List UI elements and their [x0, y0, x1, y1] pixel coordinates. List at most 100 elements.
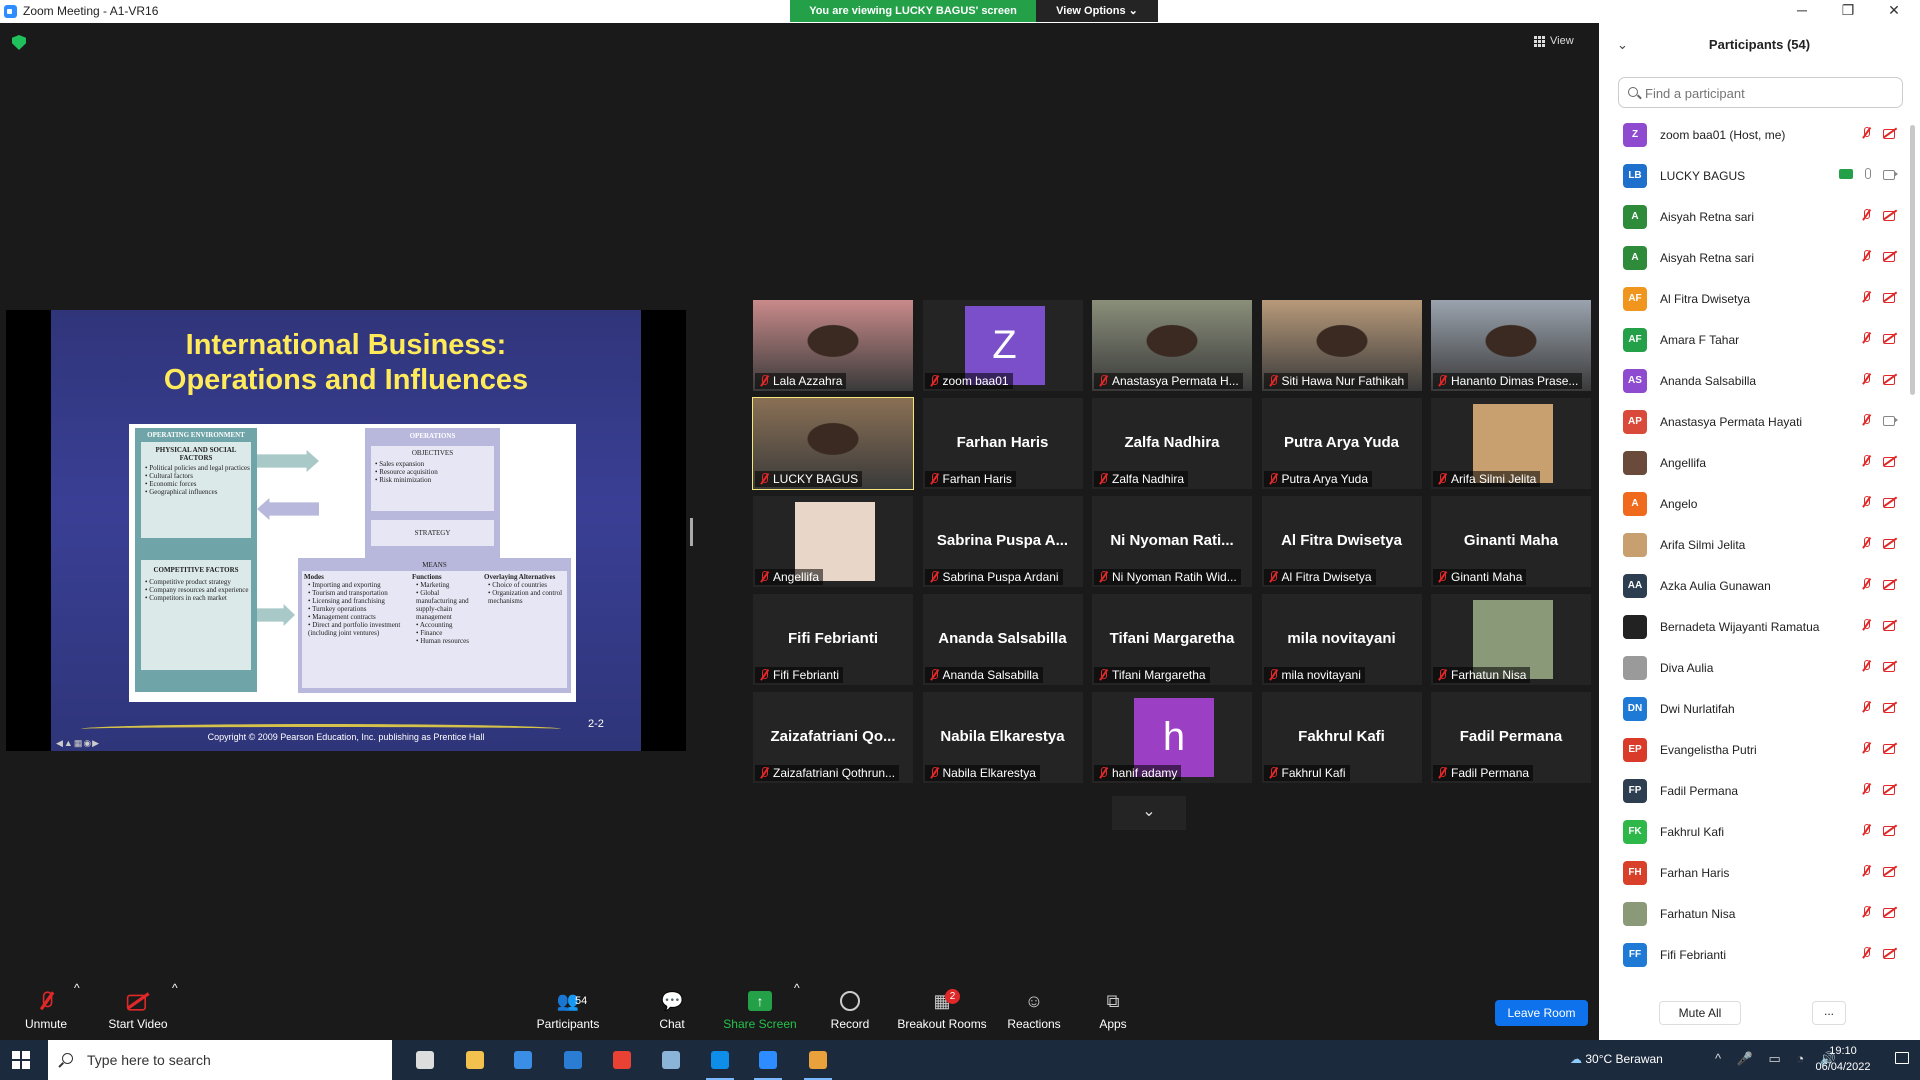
video-tile[interactable]: Fadil Permana Fadil Permana: [1431, 692, 1591, 783]
participant-list-scrollbar[interactable]: [1910, 115, 1916, 985]
video-tile[interactable]: Angellifa: [753, 496, 913, 587]
video-tile[interactable]: Arifa Silmi Jelita: [1431, 398, 1591, 489]
video-off-icon[interactable]: [1883, 743, 1897, 754]
mic-muted-icon[interactable]: [1861, 742, 1871, 754]
taskbar-app[interactable]: [651, 1044, 691, 1076]
taskbar-app[interactable]: [455, 1044, 495, 1076]
find-participant-search[interactable]: [1618, 77, 1903, 108]
participant-row[interactable]: Zzoom baa01 (Host, me): [1599, 115, 1909, 156]
video-off-icon[interactable]: [1883, 210, 1897, 221]
weather-widget[interactable]: ☁ 30°C Berawan: [1570, 1052, 1663, 1066]
close-button[interactable]: ✕: [1871, 0, 1917, 23]
mic-muted-icon[interactable]: [1861, 496, 1871, 508]
unmute-button[interactable]: Unmute: [20, 981, 72, 1040]
view-options-button[interactable]: View Options ⌄: [1036, 0, 1158, 22]
video-tile[interactable]: Zaizafatriani Qo... Zaizafatriani Qothrun…: [753, 692, 913, 783]
mic-muted-icon[interactable]: [1861, 701, 1871, 713]
video-off-icon[interactable]: [1883, 251, 1897, 262]
video-icon[interactable]: [1883, 169, 1898, 180]
video-off-icon[interactable]: [1883, 292, 1897, 303]
mic-muted-icon[interactable]: [1861, 373, 1871, 385]
mic-muted-icon[interactable]: [1861, 660, 1871, 672]
mic-muted-icon[interactable]: [1861, 250, 1871, 262]
video-off-icon[interactable]: [1883, 825, 1897, 836]
participant-row[interactable]: AA Azka Aulia Gunawan: [1599, 566, 1909, 607]
video-off-icon[interactable]: [1883, 948, 1897, 959]
taskbar-app[interactable]: [602, 1044, 642, 1076]
video-tile[interactable]: mila novitayani mila novitayani: [1261, 594, 1422, 685]
mic-muted-icon[interactable]: [1861, 455, 1871, 467]
participant-row[interactable]: FP Fadil Permana: [1599, 771, 1909, 812]
reactions-button[interactable]: ☺ Reactions: [1006, 981, 1062, 1040]
participant-row[interactable]: FH Farhan Haris: [1599, 853, 1909, 894]
video-off-icon[interactable]: [1883, 784, 1897, 795]
mic-muted-icon[interactable]: [1861, 291, 1871, 303]
share-screen-button[interactable]: ↑ Share Screen: [722, 981, 798, 1040]
mic-muted-icon[interactable]: [1861, 537, 1871, 549]
taskbar-app[interactable]: [798, 1044, 838, 1080]
video-off-icon[interactable]: [1883, 128, 1897, 139]
mic-muted-icon[interactable]: [1861, 865, 1871, 877]
mic-muted-icon[interactable]: [1861, 332, 1871, 344]
leave-room-button[interactable]: Leave Room: [1495, 1000, 1588, 1026]
participants-button[interactable]: 👥 54 Participants: [532, 981, 604, 1040]
participant-row[interactable]: FF Fifi Febrianti: [1599, 935, 1909, 976]
mic-muted-icon[interactable]: [1861, 824, 1871, 836]
mic-muted-icon[interactable]: [1861, 578, 1871, 590]
notification-center-icon[interactable]: [1895, 1052, 1909, 1064]
participant-row[interactable]: Arifa Silmi Jelita: [1599, 525, 1909, 566]
video-tile[interactable]: Zalfa Nadhira Zalfa Nadhira: [1092, 398, 1252, 489]
chat-button[interactable]: 💬 Chat: [652, 981, 692, 1040]
share-options-caret-icon[interactable]: ^: [794, 981, 800, 1040]
participant-row[interactable]: EP Evangelistha Putri: [1599, 730, 1909, 771]
participant-row[interactable]: A Aisyah Retna sari: [1599, 197, 1909, 238]
split-view-handle[interactable]: [690, 518, 693, 546]
participant-row[interactable]: Angellifa: [1599, 443, 1909, 484]
taskbar-search-box[interactable]: Type here to search: [48, 1040, 392, 1080]
start-video-button[interactable]: Start Video: [106, 981, 170, 1040]
video-off-icon[interactable]: [1883, 538, 1897, 549]
view-button[interactable]: View: [1534, 32, 1574, 50]
video-off-icon[interactable]: [1883, 456, 1897, 467]
video-off-icon[interactable]: [1883, 907, 1897, 918]
participant-row[interactable]: DN Dwi Nurlatifah: [1599, 689, 1909, 730]
participant-row[interactable]: AF Al Fitra Dwisetya: [1599, 279, 1909, 320]
mic-muted-icon[interactable]: [1861, 127, 1871, 139]
participant-row[interactable]: AS Ananda Salsabilla: [1599, 361, 1909, 402]
video-tile[interactable]: Fakhrul Kafi Fakhrul Kafi: [1261, 692, 1422, 783]
mic-muted-icon[interactable]: [1861, 209, 1871, 221]
video-off-icon[interactable]: [1883, 497, 1897, 508]
video-tile[interactable]: Farhatun Nisa: [1431, 594, 1591, 685]
more-options-button[interactable]: ...: [1812, 1001, 1846, 1025]
shared-screen[interactable]: International Business: Operations and I…: [6, 310, 686, 751]
video-tile[interactable]: LUCKY BAGUS: [752, 397, 914, 490]
find-participant-input[interactable]: [1645, 83, 1895, 103]
video-tile[interactable]: Al Fitra Dwisetya Al Fitra Dwisetya: [1261, 496, 1422, 587]
video-tile[interactable]: Fifi Febrianti Fifi Febrianti: [753, 594, 913, 685]
video-tile[interactable]: Sabrina Puspa A... Sabrina Puspa Ardani: [922, 496, 1083, 587]
mic-icon[interactable]: [1865, 168, 1871, 179]
participant-row[interactable]: Bernadeta Wijayanti Ramatua: [1599, 607, 1909, 648]
video-tile[interactable]: Siti Hawa Nur Fathikah: [1261, 300, 1422, 391]
mic-muted-icon[interactable]: [1861, 947, 1871, 959]
maximize-button[interactable]: ❐: [1825, 0, 1871, 23]
participant-row[interactable]: A Angelo: [1599, 484, 1909, 525]
video-off-icon[interactable]: [1883, 866, 1897, 877]
video-tile[interactable]: Nabila Elkarestya Nabila Elkarestya: [922, 692, 1083, 783]
breakout-rooms-button[interactable]: ▦ 2 Breakout Rooms: [896, 981, 988, 1040]
video-tile[interactable]: Tifani Margaretha Tifani Margaretha: [1092, 594, 1252, 685]
video-tile[interactable]: Lala Azzahra: [753, 300, 913, 391]
video-tile[interactable]: Ni Nyoman Rati... Ni Nyoman Ratih Wid...: [1092, 496, 1252, 587]
video-off-icon[interactable]: [1883, 374, 1897, 385]
next-page-chevron-down-icon[interactable]: ⌄: [1112, 796, 1186, 830]
audio-options-caret-icon[interactable]: ^: [74, 981, 80, 1040]
mic-muted-icon[interactable]: [1861, 783, 1871, 795]
video-icon[interactable]: [1883, 415, 1898, 426]
video-tile[interactable]: h hanif adamy: [1092, 692, 1252, 783]
participant-row[interactable]: [1599, 976, 1909, 983]
participant-row[interactable]: A Aisyah Retna sari: [1599, 238, 1909, 279]
record-button[interactable]: Record: [826, 981, 874, 1040]
system-clock[interactable]: 19:10 06/04/2022: [1800, 1043, 1886, 1075]
video-tile[interactable]: Zzoom baa01: [922, 300, 1083, 391]
video-tile[interactable]: Hananto Dimas Prase...: [1431, 300, 1591, 391]
